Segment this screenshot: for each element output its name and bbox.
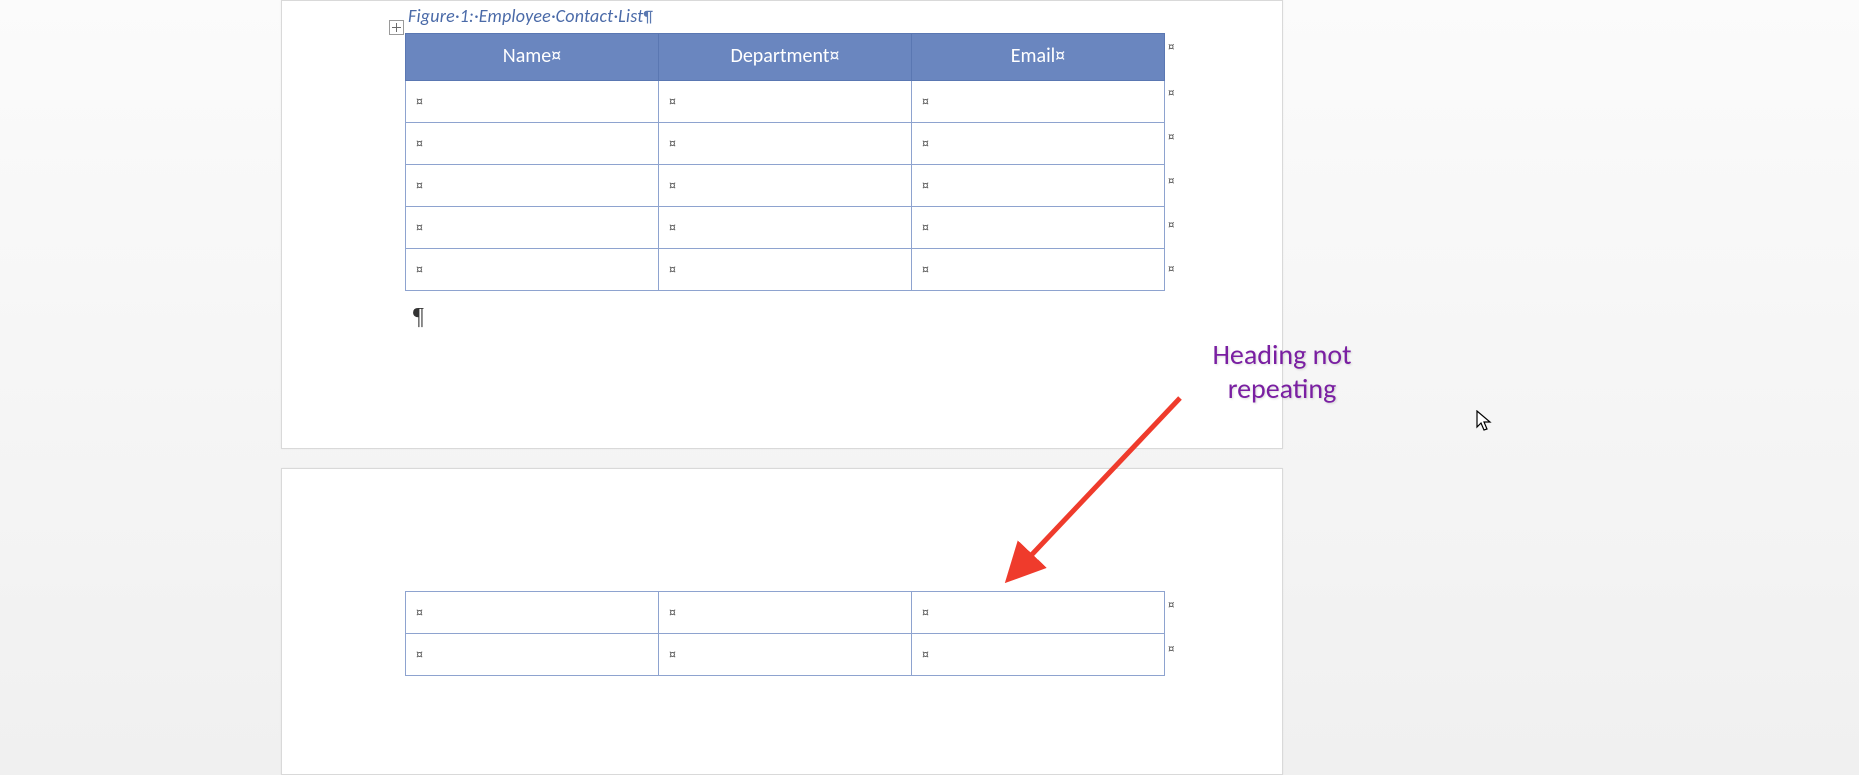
table-move-handle-icon[interactable] [389,20,404,35]
cell-mark-icon: ¤ [669,646,676,663]
table-cell[interactable]: ¤ [406,249,659,291]
header-name[interactable]: Name¤ [406,34,659,81]
table-cell[interactable]: ¤ [659,81,912,123]
row-end-mark-icon: ¤ [1168,599,1174,612]
cell-mark-icon: ¤ [922,646,929,663]
cell-mark-icon: ¤ [922,604,929,621]
table-cell[interactable]: ¤ [912,123,1165,165]
cell-mark-icon: ¤ [669,177,676,194]
table-cell[interactable]: ¤ [659,165,912,207]
table-cell[interactable]: ¤ [659,592,912,634]
table-cell[interactable]: ¤ [912,249,1165,291]
annotation-line1: Heading not [1212,337,1351,372]
table-cell[interactable]: ¤ [659,249,912,291]
header-email[interactable]: Email¤ [912,34,1165,81]
cell-mark-icon: ¤ [416,219,423,236]
employee-contact-table-continued[interactable]: ¤ ¤ ¤ ¤ ¤ ¤ [405,591,1165,676]
cell-mark-icon: ¤ [669,135,676,152]
table-cell[interactable]: ¤ [659,123,912,165]
row-end-mark-icon: ¤ [1168,87,1174,100]
document-page-1[interactable]: Figure·1:·Employee·Contact·List¶ Name¤ D… [281,0,1283,449]
row-end-mark-icon: ¤ [1168,131,1174,144]
table-cell[interactable]: ¤ [406,634,659,676]
annotation-line2: repeating [1228,371,1337,406]
row-end-mark-icon: ¤ [1168,263,1174,276]
row-end-mark-icon: ¤ [1168,175,1174,188]
cell-mark-icon: ¤ [416,135,423,152]
header-department[interactable]: Department¤ [659,34,912,81]
table-row[interactable]: ¤ ¤ ¤ [406,81,1165,123]
paragraph-mark-icon: ¶ [413,304,424,331]
row-end-mark-icon: ¤ [1168,643,1174,656]
cell-mark-icon: ¤ [669,604,676,621]
table-row[interactable]: ¤ ¤ ¤ [406,634,1165,676]
cell-mark-icon: ¤ [669,261,676,278]
cell-mark-icon: ¤ [922,261,929,278]
table-row[interactable]: ¤ ¤ ¤ [406,123,1165,165]
cell-mark-icon: ¤ [416,93,423,110]
table-cell[interactable]: ¤ [406,207,659,249]
cell-mark-icon: ¤ [669,219,676,236]
table-header-row[interactable]: Name¤ Department¤ Email¤ [406,34,1165,81]
figure-caption[interactable]: Figure·1:·Employee·Contact·List¶ [408,5,653,27]
employee-contact-table[interactable]: Name¤ Department¤ Email¤ ¤ ¤ ¤ ¤ ¤ ¤ ¤ ¤… [405,33,1165,291]
cell-mark-icon: ¤ [922,93,929,110]
cell-mark-icon: ¤ [669,93,676,110]
table-cell[interactable]: ¤ [912,165,1165,207]
row-end-mark-icon: ¤ [1168,41,1174,54]
table-cell[interactable]: ¤ [406,592,659,634]
table-row[interactable]: ¤ ¤ ¤ [406,592,1165,634]
table-row[interactable]: ¤ ¤ ¤ [406,207,1165,249]
table-row[interactable]: ¤ ¤ ¤ [406,249,1165,291]
cell-mark-icon: ¤ [922,177,929,194]
document-page-2[interactable]: ¤ ¤ ¤ ¤ ¤ ¤ ¤ ¤ [281,468,1283,775]
cell-mark-icon: ¤ [922,135,929,152]
row-end-mark-icon: ¤ [1168,219,1174,232]
caption-text: Figure·1:·Employee·Contact·List [408,5,643,27]
cell-mark-icon: ¤ [416,604,423,621]
cell-mark-icon: ¤ [416,261,423,278]
table-row[interactable]: ¤ ¤ ¤ [406,165,1165,207]
cell-mark-icon: ¤ [922,219,929,236]
table-cell[interactable]: ¤ [659,634,912,676]
table-cell[interactable]: ¤ [912,634,1165,676]
annotation-callout: Heading not repeating [1182,338,1382,405]
table-cell[interactable]: ¤ [406,123,659,165]
cell-mark-icon: ¤ [416,646,423,663]
cell-mark-icon: ¤ [416,177,423,194]
table-cell[interactable]: ¤ [912,592,1165,634]
table-cell[interactable]: ¤ [406,81,659,123]
table-cell[interactable]: ¤ [912,81,1165,123]
table-cell[interactable]: ¤ [406,165,659,207]
mouse-cursor-icon [1476,410,1494,434]
table-cell[interactable]: ¤ [659,207,912,249]
table-cell[interactable]: ¤ [912,207,1165,249]
pilcrow-icon: ¶ [643,8,653,27]
